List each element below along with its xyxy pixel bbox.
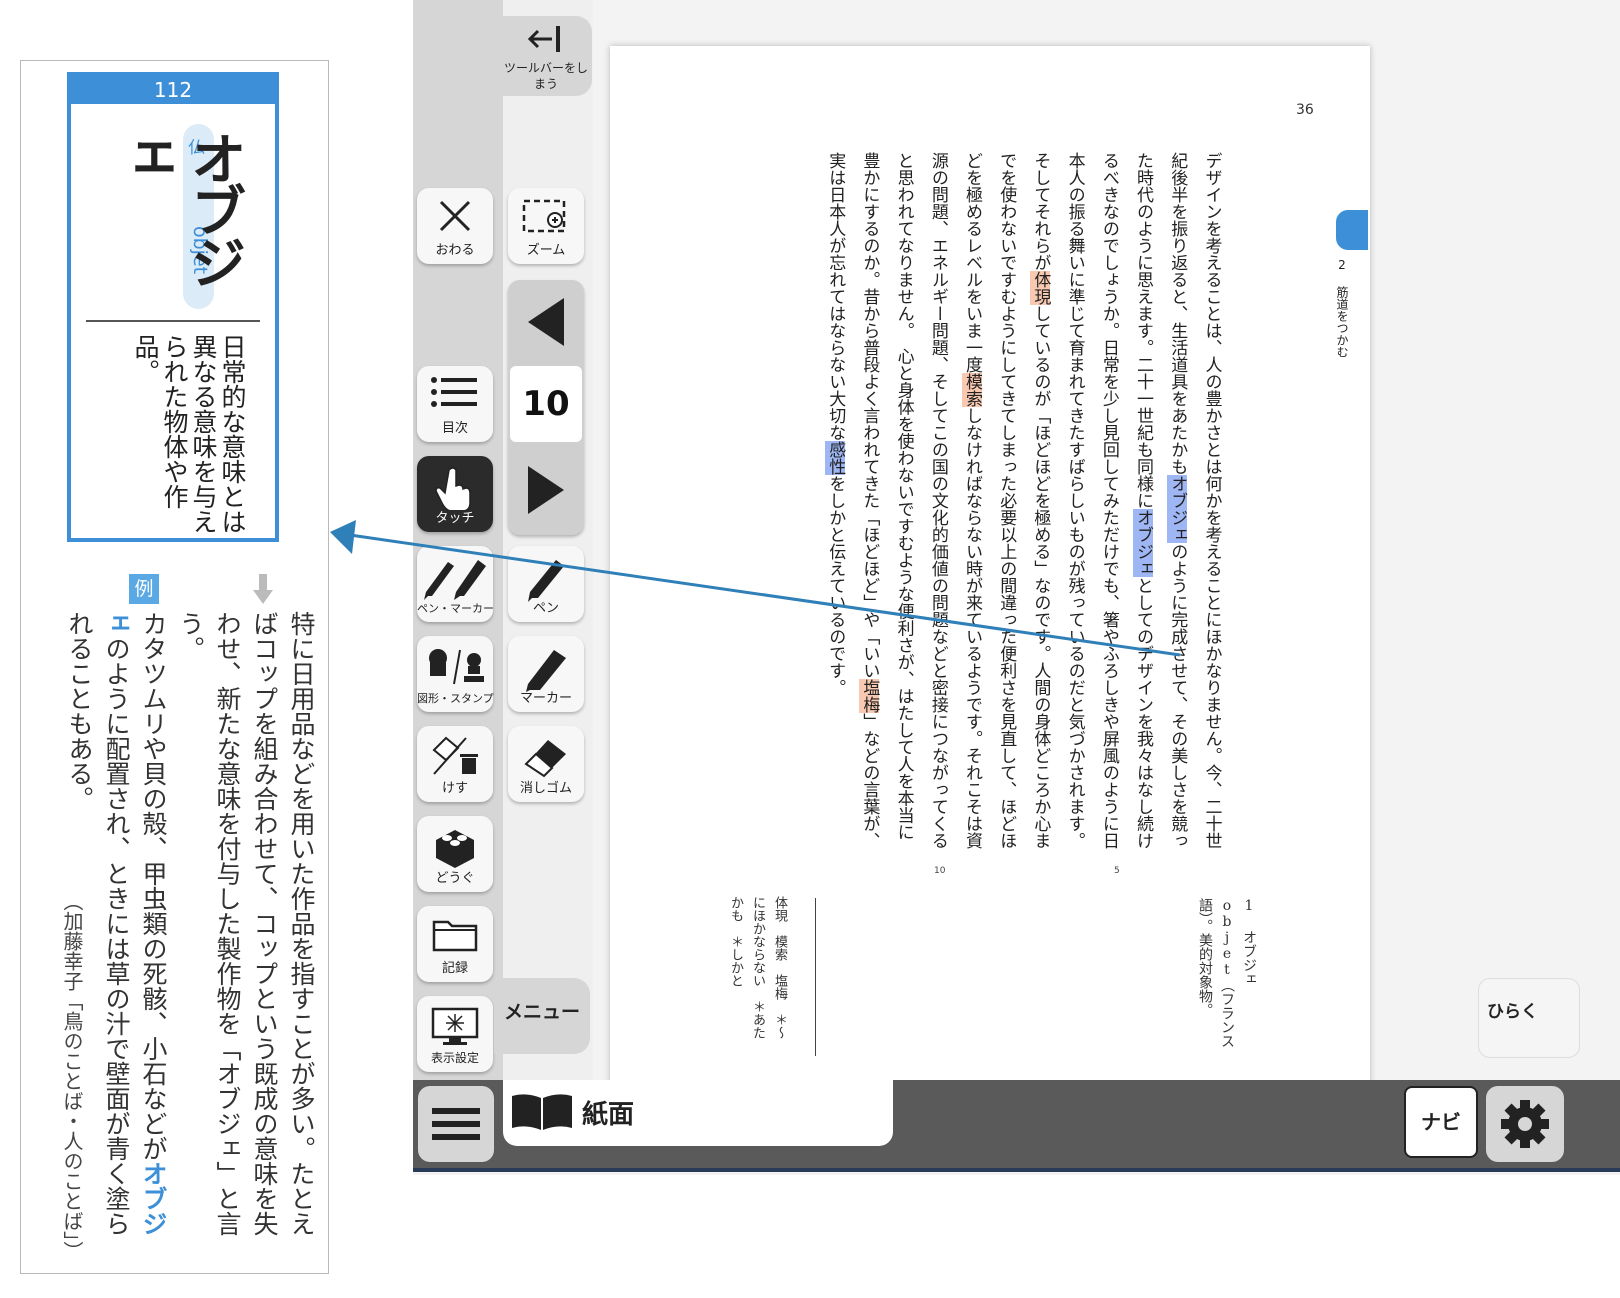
shape-stamp-icon (429, 649, 484, 685)
pen-marker-button[interactable]: ペン・マーカー (417, 546, 494, 622)
body-text-segment: をしかと伝えているのです。 (825, 475, 846, 696)
zoom-label: ズーム (526, 243, 566, 258)
chapter-label: 2 筋道をつかむ (1335, 258, 1349, 358)
eraser-icon (524, 740, 566, 778)
highlighted-term[interactable]: 塩梅 (859, 679, 880, 713)
display-settings-button[interactable]: 表示設定 (417, 996, 493, 1072)
close-icon (439, 200, 471, 232)
menu-tab[interactable]: メニュー (494, 978, 590, 1054)
shape-stamp-button[interactable]: 図形・スタンプ (417, 636, 494, 712)
highlighted-term[interactable]: オブジェ (1167, 475, 1188, 543)
zoom-button[interactable]: ズーム (508, 188, 584, 264)
eraser-button[interactable]: 消しゴム (508, 726, 584, 802)
collapse-left-icon (527, 26, 560, 52)
end-button[interactable]: おわる (417, 188, 493, 264)
marker-label: マーカー (519, 691, 572, 706)
pen-icon (528, 560, 564, 602)
settings-button[interactable] (1486, 1086, 1564, 1162)
footnote: 1 オブジェ objet（フランス語）。美的対象物。 (1197, 898, 1257, 1048)
view-mode-label: 紙面 (582, 1100, 635, 1130)
shape-stamp-label: 図形・スタンプ (417, 692, 494, 705)
body-text: デザインを考えることは、人の豊かさとは何かを考えることにほかなりません。今、二十… (818, 152, 1228, 852)
end-label: おわる (435, 243, 475, 258)
dictionary-page-number: 112 (71, 76, 275, 104)
note-divider (815, 898, 816, 1056)
example-text: 特に日用品などを用いた作品を指すことが多い。たとえばコップを組み合わせて、コップ… (61, 611, 320, 1251)
marker-button[interactable]: マーカー (508, 636, 584, 712)
list-icon (431, 377, 477, 407)
display-settings-label: 表示設定 (430, 1051, 479, 1065)
example-source: （加藤幸子「鳥のことば・人のことば」） (60, 891, 84, 1261)
chapter-tab[interactable] (1336, 210, 1368, 250)
pen-marker-label: ペン・マーカー (417, 602, 494, 615)
pen-label: ペン (532, 601, 559, 616)
marker-icon (526, 650, 566, 692)
divider (86, 320, 260, 322)
definition: 日常的な意味とは異なる意味を与えられた物体や作品。 (131, 334, 247, 534)
hand-pointer-icon (435, 467, 471, 510)
example-badge: 例 (129, 574, 159, 604)
vocabulary-notes: 体現 模索 塩梅 ＊～にほかならない ＊あたかも ＊しかと (728, 896, 787, 1039)
navi-button[interactable]: ナビ (1404, 1086, 1478, 1158)
pen-button[interactable]: ペン (508, 546, 584, 622)
zoom-icon (522, 199, 566, 233)
dictionary-entry-card: 112 仏 objet オブジェ 日常的な意味とは異なる意味を与えられた物体や作… (67, 72, 279, 542)
dictionary-panel: 112 仏 objet オブジェ 日常的な意味とは異なる意味を与えられた物体や作… (20, 60, 329, 1274)
hamburger-icon (432, 1108, 480, 1140)
down-arrow-icon (253, 574, 273, 604)
page-number: 36 (1296, 102, 1314, 118)
monitor-icon (431, 1007, 479, 1045)
pen-marker-icon (424, 560, 486, 600)
bottom-bar-edge (413, 1168, 1620, 1172)
record-label: 記録 (441, 961, 468, 976)
touch-label: タッチ (435, 511, 475, 526)
previous-page-button[interactable] (524, 296, 568, 348)
next-page-button[interactable] (524, 464, 568, 516)
toolbar-right-column (503, 0, 593, 1085)
toc-label: 目次 (441, 421, 468, 436)
line-number-5: 5 (1114, 866, 1120, 876)
hamburger-menu-button[interactable] (418, 1086, 494, 1162)
erase-trash-icon (432, 736, 478, 775)
page-number-display[interactable]: 10 (510, 366, 582, 442)
folder-icon (432, 920, 478, 952)
open-button[interactable]: ひらく (1478, 978, 1580, 1058)
highlighted-term[interactable]: 感性 (825, 441, 846, 475)
example-paragraph-2a: カタツムリや貝の殻、甲虫類の死骸、小石などが (139, 611, 168, 1161)
example-paragraph-1: 特に日用品などを用いた作品を指すことが多い。たとえばコップを組み合わせて、コップ… (176, 611, 316, 1236)
hide-toolbar-label: ツールバーをしまう (504, 61, 589, 91)
line-number-10: 10 (934, 866, 946, 876)
erase-label: けす (441, 781, 468, 796)
tools-label: どうぐ (435, 871, 475, 886)
toc-button[interactable]: 目次 (417, 366, 493, 442)
tools-button[interactable]: どうぐ (417, 816, 493, 892)
touch-button[interactable]: タッチ (417, 456, 493, 532)
record-button[interactable]: 記録 (417, 906, 493, 982)
highlighted-term[interactable]: オブジェ (1133, 509, 1154, 577)
building-block-icon (436, 830, 474, 868)
open-book-icon (512, 1094, 572, 1130)
headword: オブジェ (111, 130, 246, 286)
highlighted-term[interactable]: 体現 (1030, 271, 1051, 305)
erase-button[interactable]: けす (417, 726, 493, 802)
highlighted-term[interactable]: 模索 (962, 373, 983, 407)
eraser-label: 消しゴム (519, 781, 572, 796)
gear-icon (1501, 1100, 1549, 1148)
